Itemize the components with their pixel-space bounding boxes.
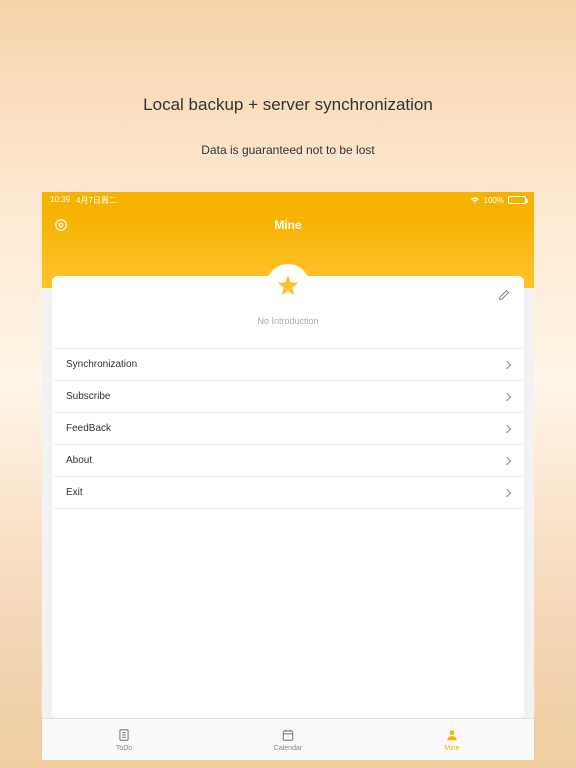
status-bar: 10:39 4月7日周二 100% xyxy=(42,192,534,208)
tab-label: Calendar xyxy=(274,745,302,752)
tab-mine[interactable]: Mine xyxy=(370,727,534,752)
menu-item-label: Synchronization xyxy=(66,359,137,370)
tab-label: Mine xyxy=(444,745,459,752)
menu-list: Synchronization Subscribe FeedBack About… xyxy=(52,348,524,509)
star-icon xyxy=(275,273,301,299)
tab-label: ToDo xyxy=(116,745,132,752)
tab-todo[interactable]: ToDo xyxy=(42,727,206,752)
tab-bar: ToDo Calendar Mine xyxy=(42,718,534,760)
promo-title: Local backup + server synchronization xyxy=(143,95,433,115)
chevron-right-icon xyxy=(503,360,511,368)
menu-item-feedback[interactable]: FeedBack xyxy=(52,413,524,445)
menu-item-exit[interactable]: Exit xyxy=(52,477,524,509)
menu-item-label: About xyxy=(66,455,92,466)
menu-item-label: Exit xyxy=(66,487,83,498)
chevron-right-icon xyxy=(503,424,511,432)
tab-calendar[interactable]: Calendar xyxy=(206,727,370,752)
person-icon xyxy=(444,727,460,743)
status-time: 10:39 xyxy=(50,195,70,206)
chevron-right-icon xyxy=(503,488,511,496)
menu-item-label: FeedBack xyxy=(66,423,111,434)
status-date: 4月7日周二 xyxy=(76,195,117,206)
menu-item-sync[interactable]: Synchronization xyxy=(52,349,524,381)
battery-icon xyxy=(508,196,526,204)
device-screenshot: 10:39 4月7日周二 100% Mine No Introduction xyxy=(42,192,534,760)
promo-subtitle: Data is guaranteed not to be lost xyxy=(201,143,374,157)
calendar-icon xyxy=(280,727,296,743)
menu-item-subscribe[interactable]: Subscribe xyxy=(52,381,524,413)
menu-item-label: Subscribe xyxy=(66,391,110,402)
avatar[interactable] xyxy=(266,264,310,308)
profile-card: No Introduction Synchronization Subscrib… xyxy=(52,276,524,718)
intro-text: No Introduction xyxy=(52,316,524,326)
wifi-icon xyxy=(470,196,480,204)
list-icon xyxy=(116,727,132,743)
battery-percent: 100% xyxy=(484,196,504,205)
settings-icon[interactable] xyxy=(54,218,68,232)
edit-icon[interactable] xyxy=(498,288,510,300)
chevron-right-icon xyxy=(503,456,511,464)
chevron-right-icon xyxy=(503,392,511,400)
menu-item-about[interactable]: About xyxy=(52,445,524,477)
